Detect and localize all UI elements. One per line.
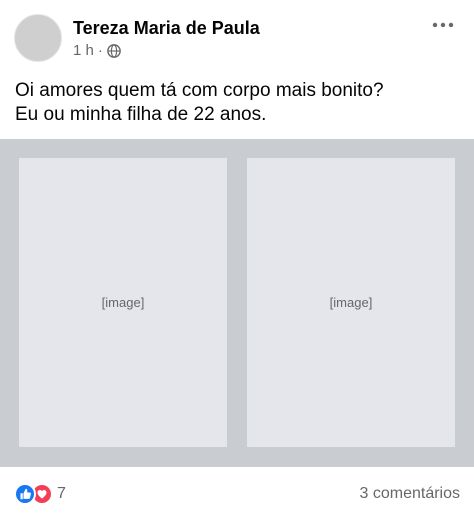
more-dots-icon xyxy=(432,15,454,33)
post-time[interactable]: 1 h xyxy=(73,42,94,59)
post-text: Oi amores quem tá com corpo mais bonito?… xyxy=(15,79,459,127)
media-area: [image] [image] xyxy=(0,139,474,467)
comments-count[interactable]: 3 comentários xyxy=(360,485,461,503)
meta-separator: · xyxy=(97,42,103,59)
photo-right[interactable]: [image] xyxy=(247,158,455,447)
more-options-button[interactable] xyxy=(428,12,458,36)
post-footer: 7 3 comentários xyxy=(14,476,460,512)
post-text-line: Oi amores quem tá com corpo mais bonito? xyxy=(15,80,384,101)
reactions-summary[interactable]: 7 xyxy=(14,483,66,505)
avatar[interactable] xyxy=(14,14,62,62)
post-meta: 1 h · xyxy=(73,42,260,59)
like-icon xyxy=(14,483,36,505)
author-name[interactable]: Tereza Maria de Paula xyxy=(73,17,260,39)
post-text-line: Eu ou minha filha de 22 anos. xyxy=(15,104,267,125)
photo-left[interactable]: [image] xyxy=(19,158,227,447)
author-block: Tereza Maria de Paula 1 h · xyxy=(73,17,260,59)
reaction-count: 7 xyxy=(57,485,66,502)
globe-icon[interactable] xyxy=(107,43,121,58)
post-header: Tereza Maria de Paula 1 h · xyxy=(14,10,464,66)
